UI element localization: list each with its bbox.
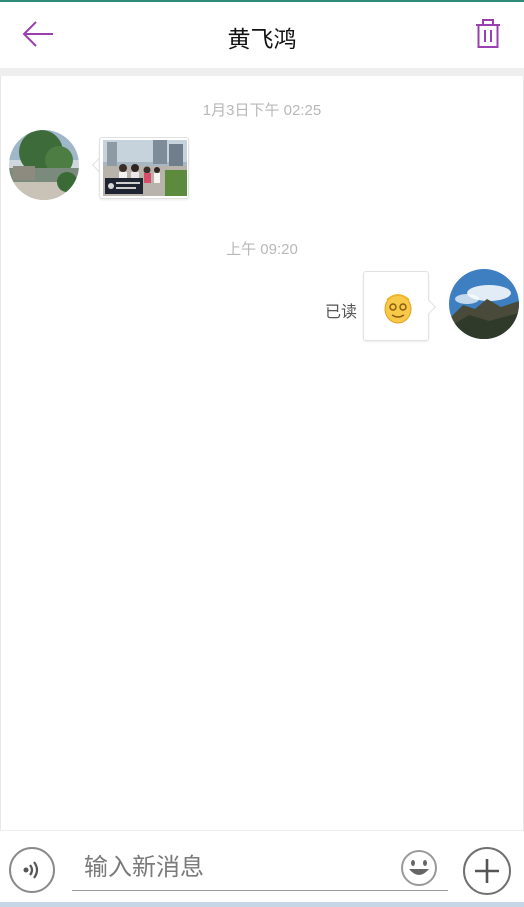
read-status: 已读	[325, 304, 358, 321]
voice-wave-icon	[23, 861, 39, 879]
chat-area[interactable]: 1月3日下午 02:25 上午 09:20 已读	[0, 76, 524, 830]
emoji-message-bubble[interactable]	[363, 271, 429, 341]
page-title: 黄飞鸿	[227, 27, 297, 53]
image-message-bubble[interactable]	[99, 137, 189, 199]
user-avatar[interactable]	[449, 269, 519, 339]
more-options-button[interactable]	[463, 847, 511, 895]
smiley-emoji-icon	[384, 294, 412, 324]
voice-input-button[interactable]	[9, 847, 55, 893]
contact-avatar[interactable]	[9, 130, 79, 200]
input-bar	[0, 830, 524, 902]
header-divider	[0, 68, 524, 76]
delete-button[interactable]	[470, 14, 506, 54]
plus-icon	[475, 859, 499, 883]
trash-icon	[476, 19, 500, 48]
message-timestamp: 上午 09:20	[226, 241, 298, 258]
message-timestamp: 1月3日下午 02:25	[202, 102, 322, 119]
message-input[interactable]	[72, 843, 448, 891]
emoji-button[interactable]	[400, 849, 438, 887]
mountain-sky-avatar-icon	[449, 269, 519, 339]
group-photo-thumbnail-icon	[103, 140, 187, 196]
bottom-bar-edge	[0, 902, 524, 907]
header-bar: 黄飞鸿	[0, 2, 524, 68]
landscape-photo-avatar-icon	[9, 130, 79, 200]
smiley-face-icon	[401, 850, 437, 886]
